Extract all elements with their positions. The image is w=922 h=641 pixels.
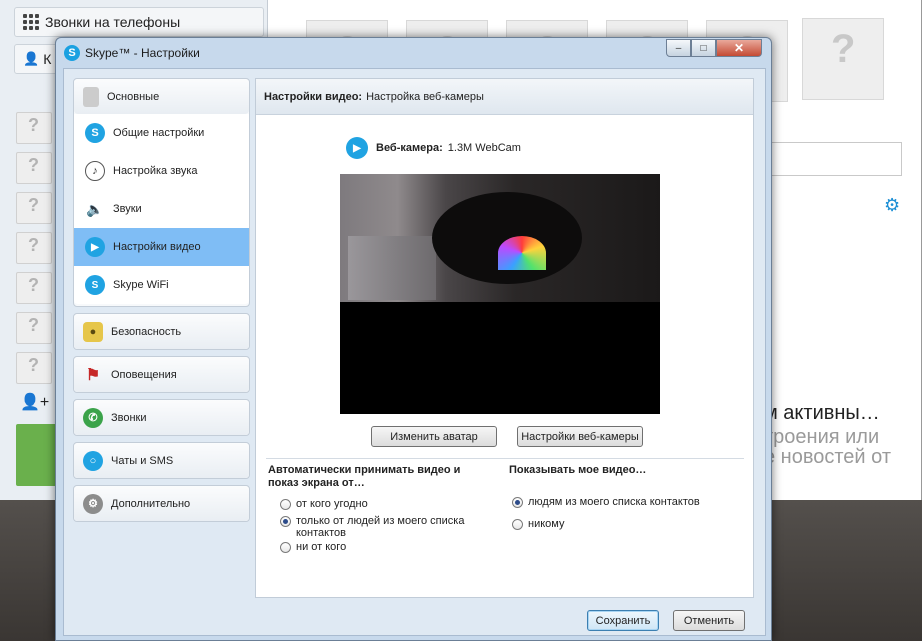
radio-label: от кого угодно	[296, 498, 368, 510]
sidebar-item-label: Дополнительно	[111, 497, 191, 510]
auto-accept-title: Автоматически принимать видео и показ эк…	[268, 464, 461, 489]
sidebar-item-label: Общие настройки	[113, 127, 205, 139]
webcam-row: ▶ Веб-камера: 1.3M WebCam	[346, 137, 521, 159]
preview-image	[498, 236, 546, 270]
maximize-button[interactable]: □	[691, 39, 716, 57]
contact-avatar[interactable]	[16, 112, 52, 144]
radio-label: ни от кого	[296, 541, 347, 553]
contact-avatar[interactable]	[16, 272, 52, 304]
radio-button[interactable]	[280, 542, 291, 553]
preview-image	[348, 236, 436, 300]
contacts-person-icon: 👤	[23, 51, 40, 66]
contact-avatar[interactable]	[16, 232, 52, 264]
sidebar-item-general[interactable]: Основные	[74, 79, 249, 114]
auto-accept-option-nobody[interactable]: ни от кого	[280, 541, 480, 553]
webcam-label: Веб-камера:	[376, 142, 443, 154]
background-status-line: е новостей от	[764, 446, 892, 468]
settings-dialog: S Skype™ - Настройки – □ ✕ Основные S Об…	[55, 37, 772, 641]
webcam-settings-button[interactable]: Настройки веб-камеры	[517, 426, 643, 447]
sidebar-item-advanced[interactable]: ⚙ Дополнительно	[73, 485, 250, 522]
wifi-icon: S	[85, 275, 105, 295]
background-tab-label: Звонки на телефоны	[45, 14, 181, 30]
webcam-value: 1.3M WebCam	[447, 142, 521, 154]
sidebar-item-video-settings[interactable]: ▶ Настройки видео	[74, 228, 249, 266]
show-video-option-contacts[interactable]: людям из моего списка контактов	[512, 496, 742, 508]
video-icon: ▶	[85, 237, 105, 257]
radio-label: людям из моего списка контактов	[528, 496, 700, 508]
general-icon	[83, 86, 99, 107]
sound-settings-icon: ♪	[85, 161, 105, 181]
auto-accept-option-contacts[interactable]: только от людей из моего списка контакто…	[280, 515, 480, 539]
background-status-line: м активны…	[764, 402, 880, 424]
radio-button[interactable]	[280, 499, 291, 510]
dialpad-icon	[23, 14, 39, 30]
background-contacts-tab[interactable]: 👤 К	[14, 44, 58, 74]
sidebar-item-calls[interactable]: ✆ Звонки	[73, 399, 250, 436]
auto-accept-option-anyone[interactable]: от кого угодно	[280, 498, 480, 510]
radio-button[interactable]	[512, 497, 523, 508]
profile-avatar[interactable]	[802, 18, 884, 100]
dialog-body: Основные S Общие настройки ♪ Настройка з…	[63, 68, 766, 636]
radio-button[interactable]	[512, 519, 523, 530]
contact-avatar[interactable]	[16, 312, 52, 344]
phone-icon: ✆	[83, 407, 103, 428]
radio-label: никому	[528, 518, 565, 530]
change-avatar-button[interactable]: Изменить аватар	[371, 426, 497, 447]
cancel-button[interactable]: Отменить	[673, 610, 745, 631]
sidebar-item-label: Настройки видео	[113, 241, 201, 253]
sidebar-item-skype-wifi[interactable]: S Skype WiFi	[74, 266, 249, 304]
sidebar-item-label: Чаты и SMS	[111, 454, 174, 467]
close-button[interactable]: ✕	[716, 39, 762, 57]
radio-label: только от людей из моего списка контакто…	[296, 515, 465, 539]
contact-avatar[interactable]	[16, 192, 52, 224]
webcam-preview	[340, 174, 660, 414]
sidebar-item-security[interactable]: ● Безопасность	[73, 313, 250, 350]
sidebar-item-label: Skype WiFi	[113, 279, 169, 291]
show-video-option-nobody[interactable]: никому	[512, 518, 742, 530]
dialog-titlebar[interactable]: S Skype™ - Настройки – □ ✕	[56, 38, 771, 68]
sidebar-item-notifications[interactable]: ⚑ Оповещения	[73, 356, 250, 393]
sidebar-item-general-settings[interactable]: S Общие настройки	[74, 114, 249, 152]
background-phone-calls-tab[interactable]: Звонки на телефоны	[14, 7, 264, 37]
sidebar-item-sound-settings[interactable]: ♪ Настройка звука	[74, 152, 249, 190]
add-contact-icon[interactable]: 👤+	[20, 392, 49, 412]
background-mood-input[interactable]	[760, 142, 902, 176]
skype-icon: S	[85, 123, 105, 143]
speaker-icon: 🔈	[86, 200, 104, 217]
sidebar-item-label: Безопасность	[111, 325, 182, 338]
video-settings-panel: Настройки видео: Настройка веб-камеры ▶ …	[255, 78, 754, 598]
sidebar-item-label: Основные	[107, 90, 160, 103]
settings-gear-icon[interactable]: ⚙	[884, 195, 900, 216]
panel-header-subtitle: Настройка веб-камеры	[366, 90, 484, 103]
sidebar-item-chats-sms[interactable]: ○ Чаты и SMS	[73, 442, 250, 479]
gear-icon: ⚙	[83, 493, 103, 514]
divider	[266, 458, 744, 459]
background-contacts-tab-label: К	[43, 51, 52, 67]
sidebar-item-label: Звуки	[113, 203, 142, 215]
radio-button[interactable]	[280, 516, 291, 527]
chat-icon: ○	[83, 450, 103, 471]
panel-header-title: Настройки видео:	[264, 90, 363, 103]
save-button[interactable]: Сохранить	[587, 610, 659, 631]
panel-header: Настройки видео: Настройка веб-камеры	[256, 79, 753, 115]
minimize-button[interactable]: –	[666, 39, 691, 57]
sidebar-item-label: Оповещения	[111, 368, 177, 381]
skype-logo-icon: S	[64, 45, 80, 61]
show-video-title: Показывать мое видео…	[509, 464, 647, 476]
lock-icon: ●	[83, 321, 103, 342]
flag-icon: ⚑	[85, 366, 101, 384]
dialog-title: Skype™ - Настройки	[85, 46, 200, 60]
sidebar-item-label: Звонки	[111, 411, 147, 424]
sidebar-item-label: Настройка звука	[113, 165, 198, 177]
sidebar-item-sounds[interactable]: 🔈 Звуки	[74, 190, 249, 228]
webcam-icon: ▶	[346, 137, 368, 159]
preview-image	[432, 192, 582, 284]
contact-avatar[interactable]	[16, 352, 52, 384]
sidebar-group-general: Основные S Общие настройки ♪ Настройка з…	[73, 78, 250, 307]
contact-avatar[interactable]	[16, 152, 52, 184]
